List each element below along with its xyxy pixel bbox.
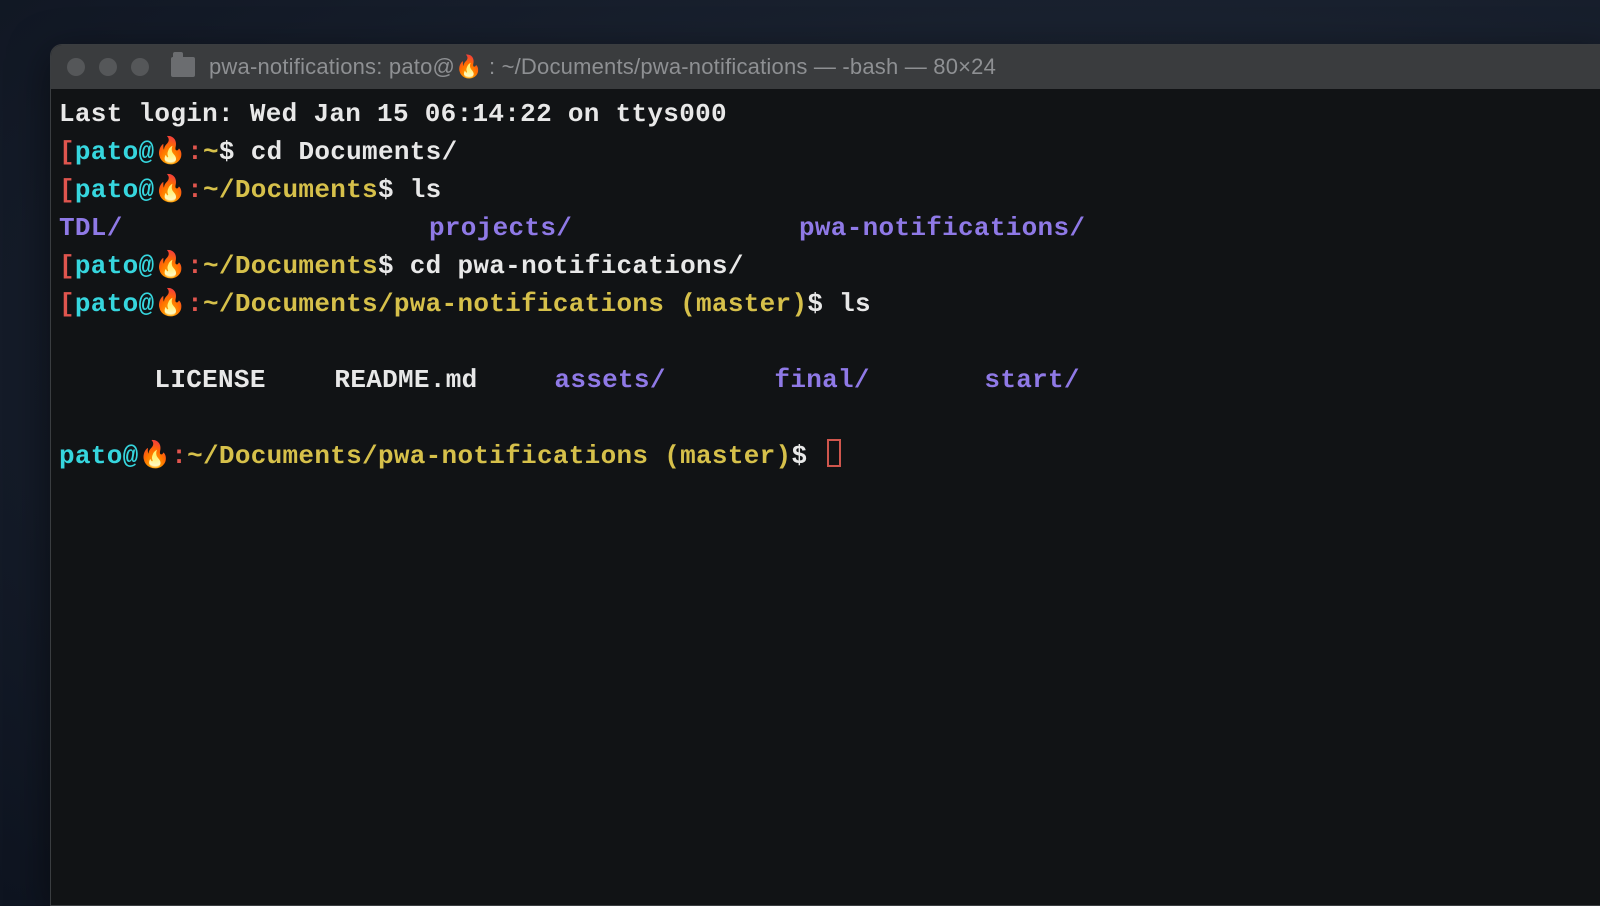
directory-entry: assets/ [554,361,774,399]
file-entry: LICENSE [154,361,334,399]
file-entry: README.md [334,361,554,399]
last-login-line: Last login: Wed Jan 15 06:14:22 on ttys0… [59,95,1600,133]
prompt-line: [pato@🔥:~/Documents$ ls [59,171,1600,209]
folder-icon [171,57,195,77]
git-branch: master [680,441,775,471]
terminal-output[interactable]: Last login: Wed Jan 15 06:14:22 on ttys0… [51,89,1600,481]
titlebar[interactable]: pwa-notifications: pato@🔥 : ~/Documents/… [51,45,1600,89]
window-title: pwa-notifications: pato@🔥 : ~/Documents/… [209,54,996,80]
terminal-window: pwa-notifications: pato@🔥 : ~/Documents/… [50,44,1600,906]
zoom-button[interactable] [131,58,149,76]
directory-entry: TDL/ [59,209,429,247]
ls-output: LICENSEREADME.mdassets/final/start/ [59,323,1600,437]
cursor [827,439,841,467]
prompt-line-active[interactable]: pato@🔥:~/Documents/pwa-notifications (ma… [59,437,1600,475]
directory-entry: projects/ [429,209,799,247]
prompt-line: [pato@🔥:~/Documents/pwa-notifications (m… [59,285,1600,323]
directory-entry: final/ [774,361,984,399]
command-text: ls [410,175,442,205]
ls-output: TDL/projects/pwa-notifications/ [59,209,1600,247]
git-branch: master [696,289,791,319]
prompt-line: [pato@🔥:~/Documents$ cd pwa-notification… [59,247,1600,285]
directory-entry: start/ [984,361,1079,399]
directory-entry: pwa-notifications/ [799,209,1085,247]
prompt-line: [pato@🔥:~$ cd Documents/ [59,133,1600,171]
close-button[interactable] [67,58,85,76]
command-text: cd Documents/ [251,137,458,167]
traffic-lights [67,58,149,76]
minimize-button[interactable] [99,58,117,76]
command-text: cd pwa-notifications/ [410,251,744,281]
command-text: ls [839,289,871,319]
